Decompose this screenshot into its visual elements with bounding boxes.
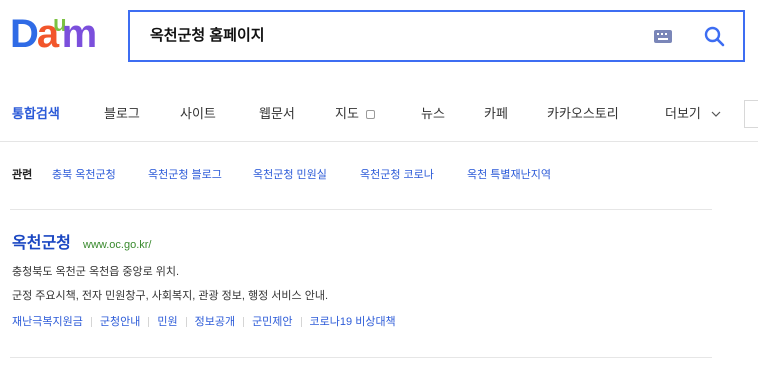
search-box[interactable]: 옥천군청 홈페이지 xyxy=(128,10,745,62)
section-divider xyxy=(10,357,712,358)
sitelink-separator xyxy=(148,317,150,327)
sitelink[interactable]: 재난극복지원금 xyxy=(12,314,83,330)
result-url[interactable]: www.oc.go.kr/ xyxy=(83,236,151,254)
result-title-link[interactable]: 옥천군청 xyxy=(12,233,71,255)
related-link[interactable]: 옥천군청 블로그 xyxy=(148,166,222,184)
result-description: 충청북도 옥천군 옥천읍 중앙로 위치. xyxy=(12,266,180,278)
tab-divider xyxy=(0,141,758,142)
sitelink-separator xyxy=(185,317,187,327)
sitelink[interactable]: 정보공개 xyxy=(195,314,235,330)
logo-letter: m xyxy=(61,12,98,56)
related-label: 관련 xyxy=(12,169,33,181)
daum-logo[interactable]: Daum xyxy=(10,9,98,59)
search-icon[interactable] xyxy=(704,26,725,47)
tab-web-documents[interactable]: 웹문서 xyxy=(259,101,295,127)
sitelink-separator xyxy=(300,317,302,327)
sitelink[interactable]: 군민제안 xyxy=(252,314,292,330)
sitelink-separator xyxy=(90,317,92,327)
logo-letter: D xyxy=(10,12,39,56)
tab-more[interactable]: 더보기 xyxy=(665,101,701,127)
related-link[interactable]: 옥천군청 코로나 xyxy=(360,166,434,184)
tab-site[interactable]: 사이트 xyxy=(180,101,216,127)
search-options-box[interactable] xyxy=(744,100,758,128)
chevron-down-icon[interactable] xyxy=(711,110,721,118)
keyboard-icon[interactable] xyxy=(654,30,672,43)
sitelink[interactable]: 코로나19 비상대책 xyxy=(310,314,396,330)
result-description: 군정 주요시책, 전자 민원창구, 사회복지, 관광 정보, 행정 서비스 안내… xyxy=(12,290,329,302)
tab-integrated-search[interactable]: 통합검색 xyxy=(12,101,60,127)
tab-map[interactable]: 지도 xyxy=(335,101,359,127)
sitelink-separator xyxy=(243,317,245,327)
map-icon[interactable] xyxy=(366,110,375,119)
related-link[interactable]: 옥천 특별재난지역 xyxy=(467,166,551,184)
related-searches: 관련 충북 옥천군청 옥천군청 블로그 옥천군청 민원실 옥천군청 코로나 옥천… xyxy=(0,166,758,184)
search-input[interactable]: 옥천군청 홈페이지 xyxy=(150,12,265,60)
tab-cafe[interactable]: 카페 xyxy=(484,101,508,127)
search-tabs: 통합검색 블로그 사이트 웹문서 지도 뉴스 카페 카카오스토리 더보기 xyxy=(0,100,758,128)
related-link[interactable]: 충북 옥천군청 xyxy=(52,166,116,184)
tab-blog[interactable]: 블로그 xyxy=(104,101,140,127)
related-link[interactable]: 옥천군청 민원실 xyxy=(253,166,327,184)
tab-news[interactable]: 뉴스 xyxy=(421,101,445,127)
sitelink[interactable]: 군청안내 xyxy=(100,314,140,330)
section-divider xyxy=(10,209,712,210)
result-sitelinks: 재난극복지원금 군청안내 민원 정보공개 군민제안 코로나19 비상대책 xyxy=(12,314,396,330)
sitelink[interactable]: 민원 xyxy=(157,314,177,330)
tab-kakaostory[interactable]: 카카오스토리 xyxy=(547,101,619,127)
